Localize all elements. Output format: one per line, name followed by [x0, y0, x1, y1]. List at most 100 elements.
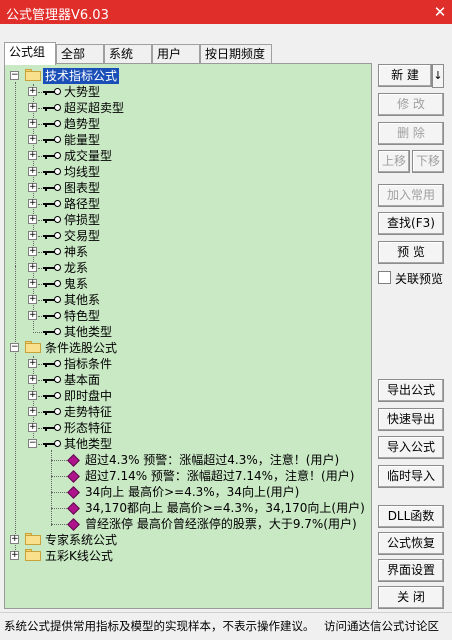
ui-settings-button[interactable]: 界面设置 — [378, 559, 444, 582]
tree-node-label: 均线型 — [64, 165, 101, 179]
expand-icon[interactable]: + — [28, 151, 37, 160]
expand-icon[interactable]: + — [28, 87, 37, 96]
tree-node-color-kline[interactable]: + 五彩K线公式 — [5, 548, 165, 564]
forum-link[interactable]: 访问通达信公式讨论区 — [324, 618, 439, 634]
expand-icon[interactable]: + — [28, 407, 37, 416]
formula-icon — [67, 502, 80, 515]
tree-node[interactable]: + 均线型 — [5, 164, 185, 180]
tree-node-label: 其他系 — [64, 293, 101, 307]
formula-restore-button[interactable]: 公式恢复 — [378, 532, 444, 555]
key-icon — [43, 264, 61, 272]
expand-icon[interactable]: + — [28, 359, 37, 368]
tree-node[interactable]: + 趋势型 — [5, 116, 185, 132]
tree-node-label: 走势特征 — [64, 405, 113, 419]
formula-item[interactable]: 34向上 最高价>=4.3%，34向上(用户) — [5, 484, 369, 500]
tree-node[interactable]: + 超买超卖型 — [5, 100, 185, 116]
expand-icon[interactable]: + — [28, 103, 37, 112]
expand-icon[interactable]: + — [28, 119, 37, 128]
collapse-icon[interactable]: − — [10, 343, 19, 352]
move-down-button[interactable]: 下移 — [412, 150, 444, 173]
tree-node-expert-system[interactable]: + 专家系统公式 — [5, 532, 165, 548]
expand-icon[interactable]: + — [28, 231, 37, 240]
expand-icon[interactable]: + — [28, 247, 37, 256]
key-icon — [43, 104, 61, 112]
formula-item[interactable]: 34,170都向上 最高价>=4.3%，34,170向上(用户) — [5, 500, 369, 516]
export-formula-button[interactable]: 导出公式 — [378, 379, 444, 402]
tab-all[interactable]: 全部 — [56, 44, 104, 64]
expand-icon[interactable]: + — [10, 535, 19, 544]
key-icon — [43, 376, 61, 384]
tab-user[interactable]: 用户 — [152, 44, 200, 64]
expand-icon[interactable]: + — [28, 263, 37, 272]
tree-node-label: 其他类型 — [64, 437, 113, 451]
tree-node[interactable]: + 其他系 — [5, 292, 185, 308]
tree-node[interactable]: + 神系 — [5, 244, 185, 260]
tree-node[interactable]: − 其他类型 — [5, 436, 185, 452]
preview-button[interactable]: 预 览 — [378, 241, 444, 264]
formula-item[interactable]: 曾经涨停 最高价曾经涨停的股票，大于9.7%(用户) — [5, 516, 369, 532]
tree-node[interactable]: + 形态特征 — [5, 420, 185, 436]
expand-icon[interactable]: + — [28, 279, 37, 288]
expand-icon[interactable]: + — [28, 375, 37, 384]
tree-node[interactable]: + 停损型 — [5, 212, 185, 228]
import-formula-button[interactable]: 导入公式 — [378, 436, 444, 459]
formula-tree[interactable]: − 技术指标公式 + 大势型 + 超买超卖型 + 趋势型 + 能量型 + 成交量… — [4, 63, 372, 609]
key-icon — [43, 88, 61, 96]
key-icon — [43, 296, 61, 304]
expand-icon[interactable]: + — [28, 295, 37, 304]
expand-icon[interactable]: + — [28, 199, 37, 208]
expand-icon[interactable]: + — [28, 391, 37, 400]
move-up-button[interactable]: 上移 — [378, 150, 410, 173]
collapse-icon[interactable]: − — [28, 439, 37, 448]
title-bar: 公式管理器V6.03 ✕ — [0, 0, 452, 24]
tree-node-label: 成交量型 — [64, 149, 113, 163]
new-button[interactable]: 新 建 — [378, 64, 432, 87]
tab-formula-group[interactable]: 公式组 — [4, 42, 56, 65]
close-icon[interactable]: ✕ — [428, 0, 452, 24]
tree-node[interactable]: + 指标条件 — [5, 356, 185, 372]
collapse-icon[interactable]: − — [10, 71, 19, 80]
expand-icon[interactable]: + — [28, 423, 37, 432]
expand-icon[interactable]: + — [28, 215, 37, 224]
tree-node[interactable]: + 即时盘中 — [5, 388, 185, 404]
key-icon — [43, 360, 61, 368]
linked-preview-checkbox[interactable] — [378, 271, 391, 284]
tree-node[interactable]: + 特色型 — [5, 308, 185, 324]
key-icon — [43, 280, 61, 288]
tree-node-label: 大势型 — [64, 85, 101, 99]
key-icon — [43, 248, 61, 256]
quick-export-button[interactable]: 快速导出 — [378, 408, 444, 431]
formula-item[interactable]: 超过4.3% 预警：涨幅超过4.3%，注意！(用户) — [5, 452, 369, 468]
tree-node[interactable]: + 能量型 — [5, 132, 185, 148]
close-button[interactable]: 关 闭 — [378, 586, 444, 609]
expand-icon[interactable]: + — [28, 311, 37, 320]
tree-node[interactable]: 其他类型 — [5, 324, 185, 340]
tab-by-date-frequency[interactable]: 按日期频度 — [200, 44, 272, 64]
tab-system[interactable]: 系统 — [104, 44, 152, 64]
tree-node[interactable]: + 龙系 — [5, 260, 185, 276]
modify-button[interactable]: 修 改 — [378, 93, 444, 116]
tree-node[interactable]: + 交易型 — [5, 228, 185, 244]
tree-node[interactable]: + 路径型 — [5, 196, 185, 212]
expand-icon[interactable]: + — [10, 551, 19, 560]
tree-node-label: 超买超卖型 — [64, 101, 125, 115]
expand-icon[interactable]: + — [28, 135, 37, 144]
tree-node-technical-indicators[interactable]: − 技术指标公式 — [5, 68, 165, 84]
expand-icon[interactable]: + — [28, 167, 37, 176]
dll-function-button[interactable]: DLL函数 — [378, 505, 444, 528]
tree-node[interactable]: + 鬼系 — [5, 276, 185, 292]
tree-node[interactable]: + 大势型 — [5, 84, 185, 100]
tree-node[interactable]: + 基本面 — [5, 372, 185, 388]
add-to-common-button[interactable]: 加入常用 — [378, 184, 444, 207]
delete-button[interactable]: 删 除 — [378, 122, 444, 145]
new-dropdown-arrow-icon[interactable]: ↓ — [432, 64, 444, 88]
tree-node[interactable]: + 成交量型 — [5, 148, 185, 164]
find-button[interactable]: 查找(F3) — [378, 212, 444, 235]
tree-node[interactable]: + 图表型 — [5, 180, 185, 196]
formula-item[interactable]: 超过7.14% 预警：涨幅超过7.14%，注意！(用户) — [5, 468, 369, 484]
temp-import-button[interactable]: 临时导入 — [378, 465, 444, 488]
key-icon — [43, 168, 61, 176]
tree-node-stock-selection[interactable]: − 条件选股公式 — [5, 340, 165, 356]
expand-icon[interactable]: + — [28, 183, 37, 192]
tree-node[interactable]: + 走势特征 — [5, 404, 185, 420]
